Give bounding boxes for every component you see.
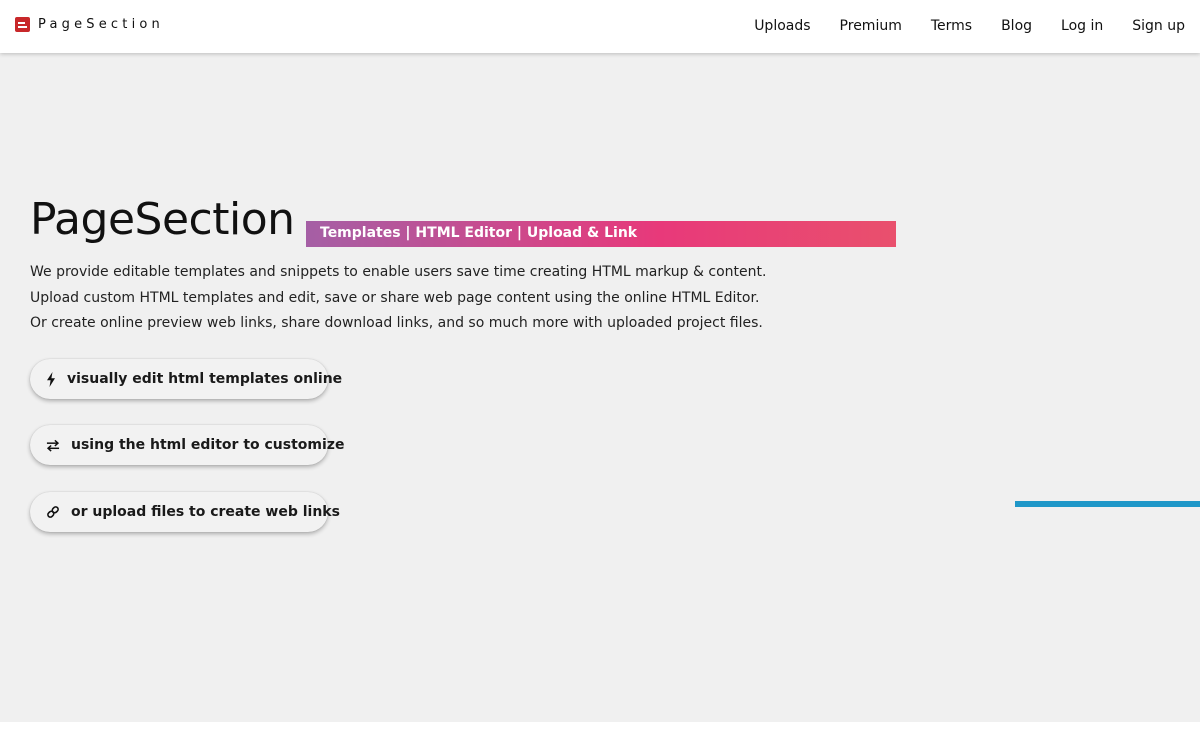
brand-name: PageSection [38,17,164,32]
nav-link-premium[interactable]: Premium [840,18,902,34]
feature-label: visually edit html templates online [67,371,343,387]
nav-link-uploads[interactable]: Uploads [754,18,810,34]
tagline-text: Templates | HTML Editor | Upload & Link [320,225,638,241]
nav-link-blog[interactable]: Blog [1001,18,1032,34]
top-navbar: PageSection Uploads Premium Terms Blog L… [0,0,1200,53]
feature-label: or upload files to create web links [71,504,340,520]
feature-button-upload-files[interactable]: or upload files to create web links [30,492,340,532]
swap-arrows-icon [46,437,60,453]
feature-button-html-editor[interactable]: using the html editor to customize [30,425,344,465]
nav-link-terms[interactable]: Terms [931,18,972,34]
page: PageSection Uploads Premium Terms Blog L… [0,0,1200,750]
main-nav: Uploads Premium Terms Blog Log in Sign u… [725,18,1185,34]
nav-link-login[interactable]: Log in [1061,18,1103,34]
decorative-accent-line [1015,501,1200,507]
brand-logo-icon [15,17,30,32]
description-line: Upload custom HTML templates and edit, s… [30,289,760,306]
hero-section: PageSection Templates | HTML Editor | Up… [0,53,1200,722]
nav-link-signup[interactable]: Sign up [1132,18,1185,34]
feature-label: using the html editor to customize [71,437,345,453]
description-line: We provide editable templates and snippe… [30,264,767,280]
hero-description: We provide editable templates and snippe… [30,260,766,337]
link-icon [46,504,60,520]
feature-button-visual-edit[interactable]: visually edit html templates online [30,359,342,399]
tagline-banner: Templates | HTML Editor | Upload & Link [306,221,896,247]
hero-title: PageSection [30,194,295,245]
lightning-icon [46,371,56,387]
brand-link[interactable]: PageSection [15,17,164,32]
description-line: Or create online preview web links, shar… [30,315,763,331]
